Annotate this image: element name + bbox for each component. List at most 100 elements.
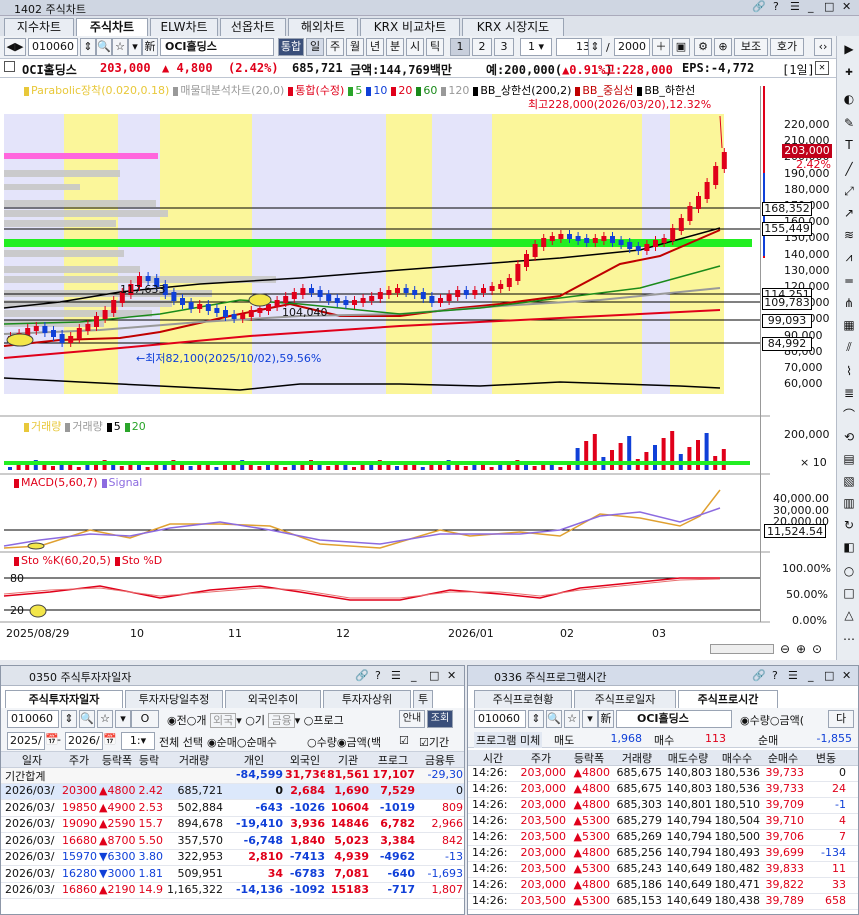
lp-radio2-group[interactable]: ◉순매○순매수 xyxy=(207,734,277,750)
tab-elw-chart[interactable]: ELW차트 xyxy=(150,18,218,36)
legend-item[interactable]: 120 xyxy=(448,84,469,97)
num-2-button[interactable]: 2 xyxy=(472,38,492,56)
rp-code-input[interactable]: 010060 xyxy=(474,710,526,728)
program-tab[interactable]: 주식프로시간 xyxy=(678,690,778,708)
lp-date-to[interactable]: 2026/ xyxy=(65,732,103,750)
program-tab[interactable]: 주식프로현황 xyxy=(474,690,572,708)
collapse-icon[interactable]: ‹› xyxy=(814,38,832,56)
calendar-to-icon[interactable]: 📅 xyxy=(103,733,117,746)
lp-guide-button[interactable]: 안내 xyxy=(399,710,425,728)
lp-minimize-icon[interactable]: _ xyxy=(411,669,417,682)
program-col-header[interactable]: 매도수량 xyxy=(664,750,712,766)
cycle-icon[interactable]: ⟲ xyxy=(840,428,858,446)
program-col-header[interactable]: 변동 xyxy=(806,750,846,766)
note-icon[interactable]: ▥ xyxy=(840,494,858,512)
search-icon[interactable]: 🔍 xyxy=(96,38,112,56)
assist-button[interactable]: 보조 xyxy=(734,38,768,56)
fork-icon[interactable]: ⋔ xyxy=(840,294,858,312)
investor-col-header[interactable]: 기관 xyxy=(327,752,369,768)
lp-link-icon[interactable]: 🔗 xyxy=(355,669,369,682)
contrast-icon[interactable]: ◐ xyxy=(840,90,858,108)
lp-checkbox-period[interactable]: ☑기간 xyxy=(419,734,449,750)
legend-item[interactable]: 20 xyxy=(132,420,146,433)
num-3-button[interactable]: 3 xyxy=(494,38,514,56)
zoom-fit-icon[interactable]: ⊙ xyxy=(812,642,822,656)
period-day-button[interactable]: 일 xyxy=(306,38,324,56)
tab-index-chart[interactable]: 지수차트 xyxy=(4,18,74,36)
legend-item[interactable]: 10 xyxy=(373,84,387,97)
lp-unit-select[interactable]: 1:▾ xyxy=(121,732,155,750)
investor-tab[interactable]: 투자자상위 xyxy=(323,690,411,708)
minimize-icon[interactable]: _ xyxy=(808,1,814,12)
legend-item[interactable]: MACD(5,60,7) xyxy=(21,476,98,489)
investor-tab[interactable]: 투 xyxy=(413,690,433,708)
legend-item[interactable]: Parabolic장착(0.020,0.18) xyxy=(31,84,169,97)
checkbox-icon[interactable] xyxy=(4,61,15,72)
rp-new-icon[interactable]: 新 xyxy=(598,710,614,728)
investor-tab[interactable]: 외국인추이 xyxy=(225,690,321,708)
stock-code-input[interactable]: 010060 xyxy=(28,38,78,56)
interval-select[interactable]: 1 ▾ xyxy=(520,38,552,56)
help-icon[interactable]: ? xyxy=(773,1,779,12)
new-icon[interactable]: 新 xyxy=(142,38,158,56)
quote-button[interactable]: 호가 xyxy=(770,38,804,56)
lp-maximize-icon[interactable]: □ xyxy=(429,669,439,682)
stock-name-field[interactable]: OCI홀딩스 xyxy=(160,38,274,56)
lp-radio3-group[interactable]: ○수량◉금액(백 xyxy=(307,734,381,750)
program-col-header[interactable]: 순매수 xyxy=(762,750,804,766)
integrated-button[interactable]: 통합 xyxy=(278,38,304,56)
lp-menu-icon[interactable]: ☰ xyxy=(391,669,401,682)
triangle-icon[interactable]: △ xyxy=(840,606,858,624)
channel-icon[interactable]: ⫽ xyxy=(840,338,858,356)
legend-item[interactable]: 거래량 xyxy=(72,420,102,433)
star-icon[interactable]: ☆ xyxy=(112,38,128,56)
lp-code-input[interactable]: 010060 xyxy=(7,710,59,728)
program-col-header[interactable]: 등락폭 xyxy=(568,750,610,766)
legend-item[interactable]: 거래량 xyxy=(31,420,61,433)
rp-next-button[interactable]: 다 xyxy=(828,710,854,728)
rp-minimize-icon[interactable]: _ xyxy=(808,669,814,682)
rp-maximize-icon[interactable]: □ xyxy=(824,669,834,682)
program-col-header[interactable]: 시간 xyxy=(472,750,514,766)
menu-icon[interactable]: ☰ xyxy=(790,1,800,12)
square-icon[interactable]: □ xyxy=(840,584,858,602)
rp-star-icon[interactable]: ☆ xyxy=(564,710,580,728)
legend-item[interactable]: Sto %K(60,20,5) xyxy=(21,554,111,567)
lp-star-icon[interactable]: ☆ xyxy=(97,710,113,728)
rotate-icon[interactable]: ↻ xyxy=(840,516,858,534)
ray-icon[interactable]: ⤢ xyxy=(840,182,858,200)
investor-col-header[interactable]: 등락폭 xyxy=(99,752,135,768)
chart-scrollbar[interactable] xyxy=(710,644,774,654)
zoom-icon[interactable]: ⊕ xyxy=(714,38,732,56)
period-hour-button[interactable]: 시 xyxy=(406,38,424,56)
lp-o-icon[interactable]: O xyxy=(131,710,159,728)
legend-item[interactable]: Sto %D xyxy=(122,554,162,567)
rp-menu-icon[interactable]: ☰ xyxy=(788,669,798,682)
rp-radio-group[interactable]: ◉수량○금액( xyxy=(740,712,804,728)
more-tools-icon[interactable]: ⋯ xyxy=(840,630,858,648)
fan-icon[interactable]: ⌇ xyxy=(840,362,858,380)
line-icon[interactable]: ╱ xyxy=(840,160,858,178)
spin-icon[interactable]: ⇕ xyxy=(80,38,96,56)
lp-close-icon[interactable]: ✕ xyxy=(447,669,456,682)
box-icon[interactable]: ▤ xyxy=(840,450,858,468)
period-week-button[interactable]: 주 xyxy=(326,38,344,56)
save-icon[interactable]: ▣ xyxy=(672,38,690,56)
legend-item[interactable]: Signal xyxy=(109,476,143,489)
tool-icon[interactable]: ✚ xyxy=(840,64,858,82)
legend-item[interactable]: 매물대분석차트(20,0) xyxy=(180,84,284,97)
rp-search-icon[interactable]: 🔍 xyxy=(546,710,562,728)
investor-tab[interactable]: 주식투자자일자 xyxy=(5,690,123,708)
period-month-button[interactable]: 월 xyxy=(346,38,364,56)
dropdown-icon[interactable]: ▾ xyxy=(128,38,142,56)
maximize-icon[interactable]: □ xyxy=(824,1,834,12)
program-col-header[interactable]: 주가 xyxy=(516,750,566,766)
tab-futures-chart[interactable]: 선옵차트 xyxy=(220,18,286,36)
stock-chart-area[interactable]: Parabolic장착(0.020,0.18) 매물대분석차트(20,0) 통합(수… xyxy=(0,78,836,660)
link-icon[interactable]: 🔗 xyxy=(752,1,766,12)
prev-arrow-icon[interactable]: ◀▶ xyxy=(4,38,26,56)
fill-icon[interactable]: ◧ xyxy=(840,538,858,556)
period-year-button[interactable]: 년 xyxy=(366,38,384,56)
legend-item[interactable]: 5 xyxy=(114,420,121,433)
program-col-header[interactable]: 거래량 xyxy=(612,750,662,766)
